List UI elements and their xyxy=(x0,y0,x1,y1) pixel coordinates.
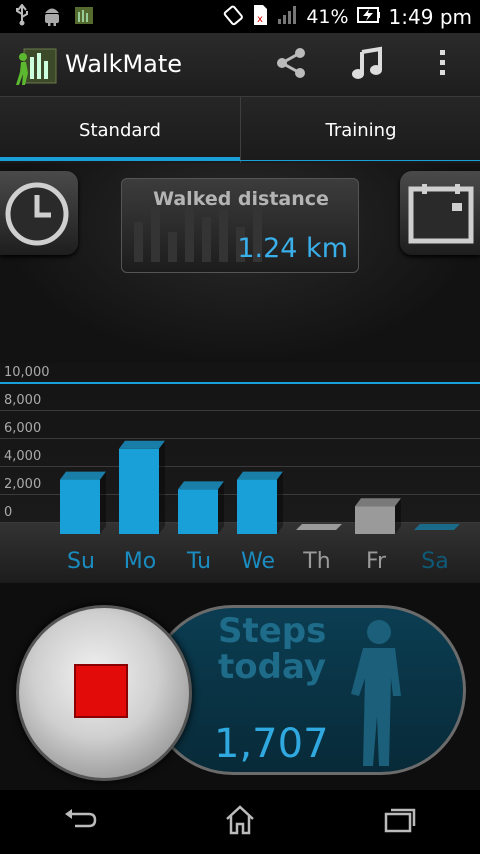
share-button[interactable] xyxy=(267,41,315,89)
sim-icon: x xyxy=(252,4,268,30)
music-button[interactable] xyxy=(344,41,392,89)
stop-button[interactable] xyxy=(16,605,192,781)
battery-charging-icon xyxy=(356,5,381,29)
recent-apps-button[interactable] xyxy=(365,797,435,847)
bar-su xyxy=(60,471,106,534)
battery-percent: 41% xyxy=(306,5,349,28)
grid-line xyxy=(0,466,480,467)
calendar-icon xyxy=(408,183,474,249)
goal-line xyxy=(0,382,480,384)
calendar-button[interactable] xyxy=(400,171,480,255)
status-bar: x 41% 1:49 pm xyxy=(0,0,480,33)
music-icon xyxy=(351,46,385,84)
home-button[interactable] xyxy=(205,797,275,847)
back-icon xyxy=(63,808,97,836)
weekly-steps-chart: 0 2,000 4,000 6,000 8,000 10,000 Su Mo Tu We Th Fr S… xyxy=(0,363,480,583)
y-tick-label: 8,000 xyxy=(4,393,42,408)
history-button[interactable] xyxy=(0,171,78,255)
walked-distance-value: 1.24 km xyxy=(237,233,348,264)
overflow-menu-icon xyxy=(437,48,447,82)
steps-today-label: Steps today xyxy=(218,611,327,687)
clock-icon xyxy=(4,181,70,251)
steps-area: Steps today 1,707 xyxy=(0,583,480,790)
stop-icon xyxy=(74,664,128,718)
clock-time: 1:49 pm xyxy=(388,4,472,29)
rotation-icon xyxy=(222,4,244,30)
walkmate-screen: x 41% 1:49 pm WalkMate Standard Training… xyxy=(0,0,480,854)
day-label-sa: Sa xyxy=(421,549,449,574)
svg-text:x: x xyxy=(257,14,263,25)
android-debug-icon xyxy=(42,4,62,30)
bar-we xyxy=(237,471,283,534)
grid-line xyxy=(0,410,480,411)
bar-sa xyxy=(414,524,460,530)
share-icon xyxy=(274,46,308,84)
y-tick-label: 6,000 xyxy=(4,421,42,436)
recent-apps-icon xyxy=(384,807,416,837)
bar-fr xyxy=(355,498,401,534)
back-button[interactable] xyxy=(45,797,115,847)
tab-training[interactable]: Training xyxy=(241,97,480,163)
day-label-fr: Fr xyxy=(365,549,387,574)
action-bar: WalkMate xyxy=(0,33,480,97)
day-label-we: We xyxy=(241,549,275,574)
day-label-mo: Mo xyxy=(123,549,157,574)
grid-line xyxy=(0,438,480,439)
navigation-bar xyxy=(0,790,480,854)
walkmate-logo-icon xyxy=(16,45,58,87)
walked-distance-widget[interactable]: Walked distance 1.24 km xyxy=(121,178,359,273)
steps-today-count: 1,707 xyxy=(214,721,329,767)
bar-th xyxy=(296,524,342,530)
bar-tu xyxy=(178,481,224,534)
app-notification-icon xyxy=(74,4,94,30)
day-label-su: Su xyxy=(67,549,95,574)
bar-mo xyxy=(119,440,165,534)
y-tick-label: 2,000 xyxy=(4,477,42,492)
tab-bar: Standard Training xyxy=(0,97,480,163)
app-title: WalkMate xyxy=(65,50,183,78)
overflow-menu-button[interactable] xyxy=(418,41,466,89)
y-tick-label: 4,000 xyxy=(4,449,42,464)
day-label-th: Th xyxy=(303,549,331,574)
widget-area: Walked distance 1.24 km xyxy=(0,163,480,363)
day-label-tu: Tu xyxy=(186,549,212,574)
home-icon xyxy=(224,805,256,839)
y-tick-label: 0 xyxy=(4,505,13,520)
usb-icon xyxy=(14,2,30,30)
walked-distance-label: Walked distance xyxy=(153,188,329,210)
tab-selected-indicator xyxy=(0,157,240,161)
tab-standard[interactable]: Standard xyxy=(0,97,240,163)
y-tick-label: 10,000 xyxy=(4,365,50,380)
signal-icon xyxy=(276,4,298,30)
